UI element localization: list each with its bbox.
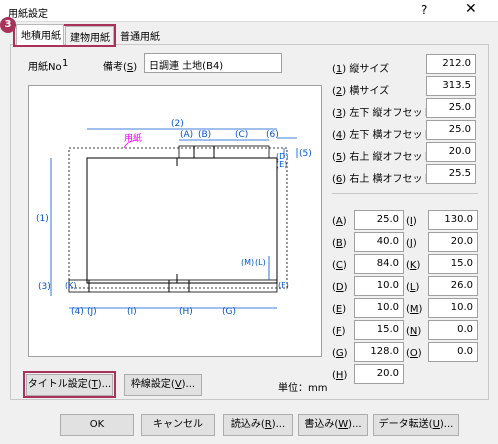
letter-k-input[interactable]: 15.0 (428, 254, 478, 274)
dim-label-j: (J) (87, 307, 97, 317)
dim-label-2: (2) (171, 119, 184, 129)
letter-f-input[interactable]: 15.0 (354, 320, 404, 340)
param-6-input[interactable]: 25.5 (426, 164, 476, 184)
letter-b-input[interactable]: 40.0 (354, 232, 404, 252)
letter-f-label: (F) (332, 326, 346, 337)
dim-label-b: (B) (198, 130, 212, 140)
letter-b-label: (B) (332, 238, 347, 249)
param-1-label: (1) 縦サイズ (332, 64, 390, 75)
dim-label-1: (1) (36, 214, 49, 224)
letter-params-right: (I) 130.0 (J) 20.0 (K) 15.0 (L) 26.0 (M)… (406, 210, 484, 366)
dim-label-a: (A) (180, 130, 194, 140)
letter-l-label: (L) (406, 282, 420, 293)
size-params: (1) 縦サイズ 212.0 (2) 横サイズ 313.5 (3) 左下 縦オフ… (332, 54, 482, 194)
letter-d-input[interactable]: 10.0 (354, 276, 404, 296)
title-setting-button[interactable]: タイトル設定(T)... (26, 374, 113, 396)
note-input[interactable]: 日調連 土地(B4) (144, 53, 282, 73)
paper-no-label: 用紙No (28, 62, 62, 73)
letter-c-input[interactable]: 84.0 (354, 254, 404, 274)
letter-k-label: (K) (406, 260, 421, 271)
letter-c-label: (C) (332, 260, 347, 271)
dim-label-l: (L) (255, 258, 266, 267)
tab-building-paper[interactable]: 建物用紙 (65, 26, 114, 45)
letter-e-input[interactable]: 10.0 (354, 298, 404, 318)
letter-m-label: (M) (406, 304, 423, 315)
dim-label-3: (3) (38, 282, 51, 292)
letter-i-input[interactable]: 130.0 (428, 210, 478, 230)
help-icon[interactable]: ? (421, 3, 427, 17)
param-4-label: (4) 左下 横オフセット (332, 130, 433, 141)
save-button[interactable]: 書込み(W)... (298, 414, 368, 436)
param-5-input[interactable]: 20.0 (426, 142, 476, 162)
cancel-button[interactable]: キャンセル (141, 414, 215, 436)
param-2-input[interactable]: 313.5 (426, 76, 476, 96)
dim-label-h: (H) (179, 307, 193, 317)
letter-n-label: (N) (406, 326, 422, 337)
letter-i-label: (I) (406, 216, 417, 227)
param-4-input[interactable]: 25.0 (426, 120, 476, 140)
params-separator (332, 193, 478, 194)
letter-n-input[interactable]: 0.0 (428, 320, 478, 340)
dim-label-5: (5) (299, 149, 312, 159)
dim-label-i: (I) (127, 307, 137, 317)
window-title: 用紙設定 (8, 9, 48, 20)
dim-label-m: (M) (241, 258, 255, 267)
dim-label-g: (G) (222, 307, 236, 317)
dim-label-f: (F) (278, 281, 289, 290)
param-2-label: (2) 横サイズ (332, 86, 390, 97)
param-5-label: (5) 右上 縦オフセット (332, 152, 433, 163)
data-transfer-button[interactable]: データ転送(U)... (373, 414, 459, 436)
dim-label-c: (C) (235, 130, 249, 140)
param-1-input[interactable]: 212.0 (426, 54, 476, 74)
tab-land-paper[interactable]: 地積用紙 (16, 24, 64, 45)
letter-a-input[interactable]: 25.0 (354, 210, 404, 230)
paper-label: 用紙 (124, 134, 143, 144)
letter-l-input[interactable]: 26.0 (428, 276, 478, 296)
letter-m-input[interactable]: 10.0 (428, 298, 478, 318)
tab-normal-paper[interactable]: 普通用紙 (116, 26, 164, 45)
param-6-label: (6) 右上 横オフセット (332, 174, 433, 185)
letter-e-label: (E) (332, 304, 347, 315)
letter-h-input[interactable]: 20.0 (354, 364, 404, 384)
paper-layout-diagram: (2) (A) (B) (C) (6) (D) (E) (5) (1) (3) … (28, 85, 322, 357)
letter-g-input[interactable]: 128.0 (354, 342, 404, 362)
letter-params-left: (A) 25.0 (B) 40.0 (C) 84.0 (D) 10.0 (E) … (332, 210, 410, 388)
dim-label-4: (4) (71, 307, 84, 317)
letter-o-label: (O) (406, 348, 422, 359)
letter-o-input[interactable]: 0.0 (428, 342, 478, 362)
paper-no-value: 1 (62, 58, 69, 69)
title-bar: 用紙設定 ? ✕ (0, 0, 498, 22)
note-label: 備考(S) (103, 62, 138, 73)
close-icon[interactable]: ✕ (465, 1, 477, 17)
letter-a-label: (A) (332, 216, 347, 227)
letter-j-label: (J) (406, 238, 417, 249)
param-3-input[interactable]: 25.0 (426, 98, 476, 118)
frame-setting-button[interactable]: 枠線設定(V)... (124, 374, 202, 396)
unit-label: 単位：mm (278, 383, 328, 394)
letter-g-label: (G) (332, 348, 348, 359)
dim-label-k: (K) (65, 281, 77, 290)
param-3-label: (3) 左下 縦オフセット (332, 108, 433, 119)
letter-j-input[interactable]: 20.0 (428, 232, 478, 252)
dim-label-6: (6) (266, 130, 279, 140)
ok-button[interactable]: OK (60, 414, 134, 436)
letter-h-label: (H) (332, 370, 348, 381)
load-button[interactable]: 読込み(R)... (223, 414, 293, 436)
dim-label-e: (E) (276, 160, 288, 169)
letter-d-label: (D) (332, 282, 348, 293)
